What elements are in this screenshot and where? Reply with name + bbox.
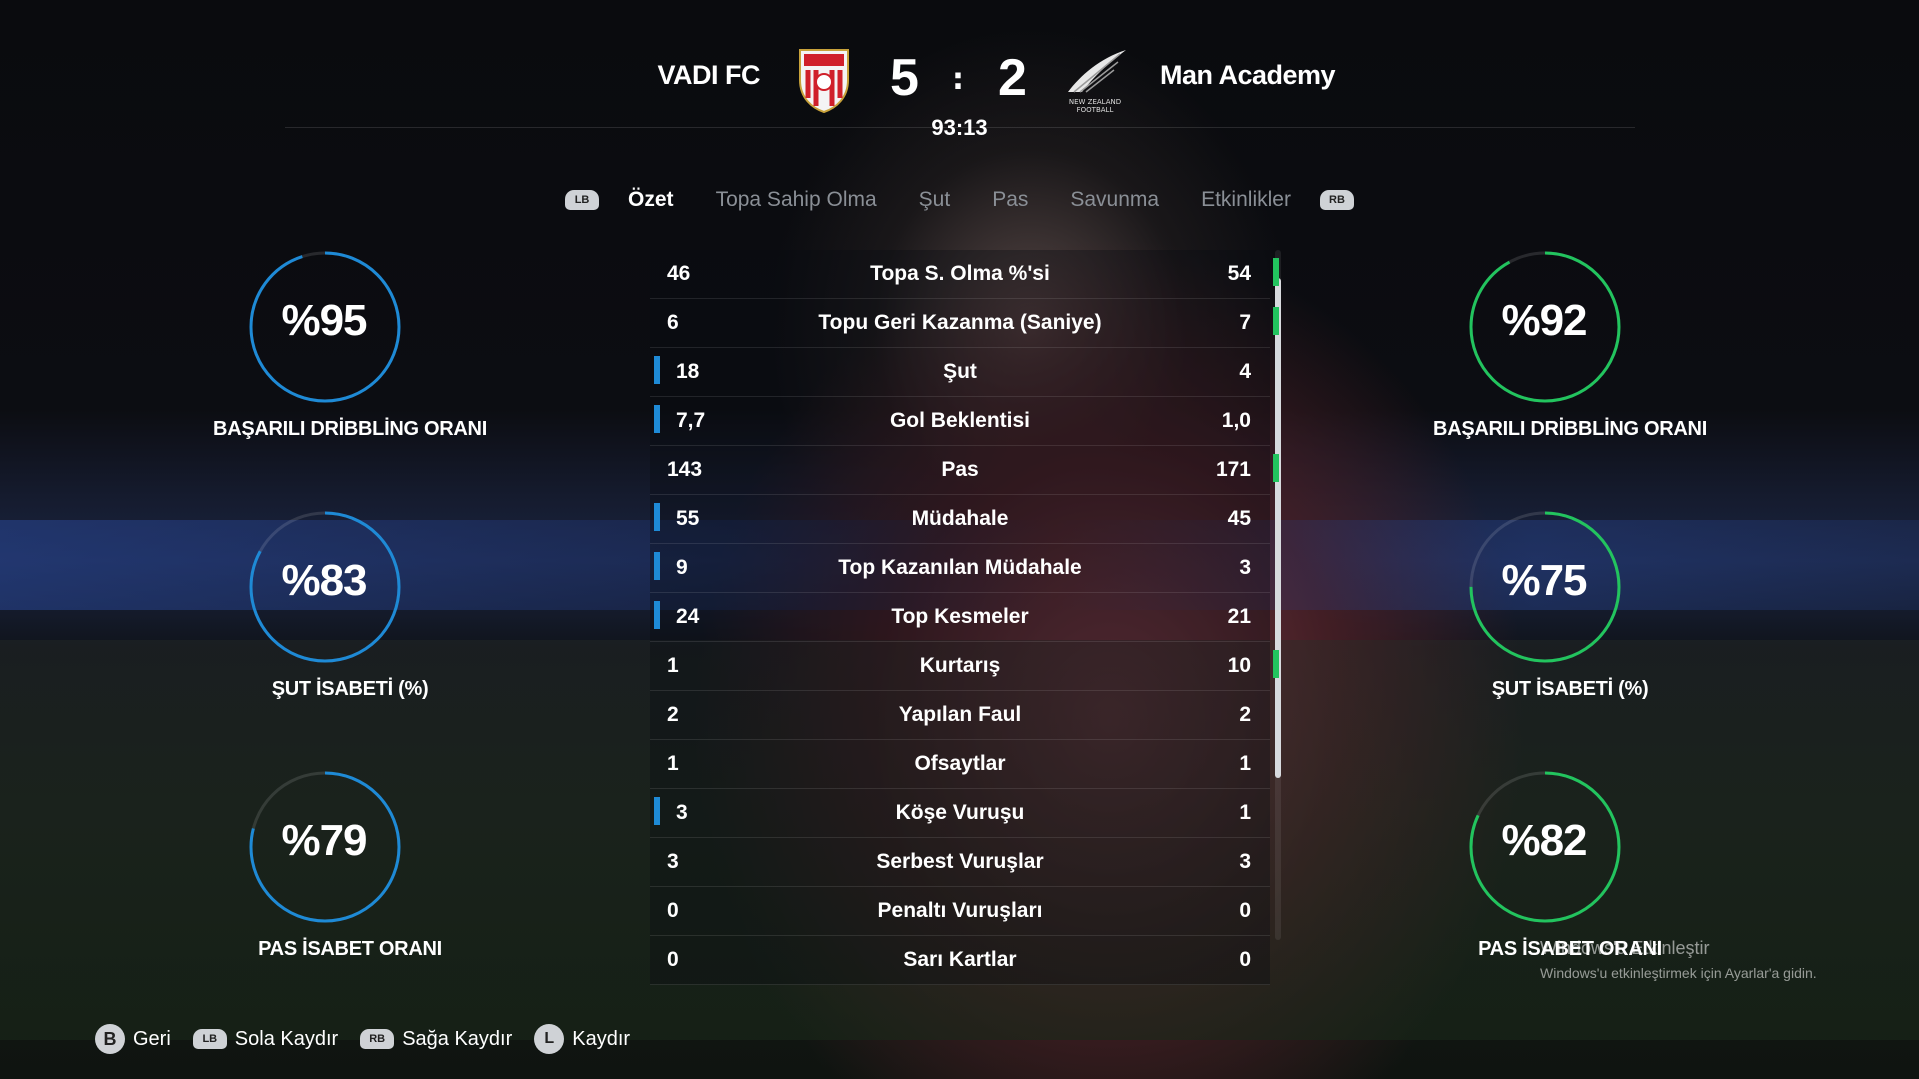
stat-row: 2 Yapılan Faul 2 bbox=[650, 691, 1270, 740]
windows-activation-watermark: Windows'u Etkinleştir Windows'u etkinleş… bbox=[1540, 938, 1817, 981]
away-ring-value: %92 bbox=[1501, 296, 1587, 345]
button-hints: B Geri LB Sola Kaydır RB Sağa Kaydır L K… bbox=[95, 1022, 652, 1056]
stat-away-value: 7 bbox=[1239, 311, 1251, 334]
away-crest-text: NEW ZEALAND bbox=[1069, 98, 1121, 106]
stat-label: Serbest Vuruşlar bbox=[876, 850, 1044, 873]
tab-pas[interactable]: Pas bbox=[992, 188, 1028, 212]
stat-away-value: 3 bbox=[1239, 850, 1251, 873]
stat-label: Top Kesmeler bbox=[891, 605, 1029, 628]
rb-bumper-icon[interactable]: RB bbox=[1319, 190, 1354, 210]
watermark-title: Windows'u Etkinleştir bbox=[1540, 938, 1710, 958]
home-ring-value: %95 bbox=[281, 296, 367, 345]
away-ring-value: %75 bbox=[1501, 556, 1587, 605]
rb-bumper-icon: RB bbox=[360, 1029, 395, 1049]
stat-away-value: 1 bbox=[1239, 752, 1251, 775]
stat-label: Kurtarış bbox=[919, 654, 1001, 677]
home-team-name: VADI FC bbox=[657, 60, 761, 90]
watermark-subtitle: Windows'u etkinleştirmek için Ayarlar'a … bbox=[1540, 965, 1817, 981]
stat-away-value: 45 bbox=[1227, 507, 1251, 530]
stat-row: 1 Kurtarış 10 bbox=[650, 642, 1279, 691]
stat-label: Gol Beklentisi bbox=[889, 409, 1031, 432]
home-ring-value: %83 bbox=[281, 556, 367, 605]
lb-bumper-icon[interactable]: LB bbox=[565, 190, 600, 210]
home-crest-icon bbox=[799, 49, 849, 114]
scroll-left-label: Sola Kaydır bbox=[234, 1027, 339, 1050]
stat-row: 9 Top Kazanılan Müdahale 3 bbox=[650, 544, 1270, 593]
stat-row: 0 Sarı Kartlar 0 bbox=[650, 936, 1270, 985]
scroll-left-hint[interactable]: LB Sola Kaydır bbox=[192, 1027, 339, 1051]
away-leader-bar bbox=[1273, 307, 1279, 335]
stat-label: Topu Geri Kazanma (Saniye) bbox=[818, 311, 1102, 334]
away-ring-value: %82 bbox=[1501, 816, 1587, 865]
stat-row: 55 Müdahale 45 bbox=[650, 495, 1270, 544]
lb-bumper-icon: LB bbox=[192, 1029, 227, 1049]
match-header: VADI FC 5 : 2 NEW ZEALAND FOOTBALL Man A… bbox=[0, 40, 1919, 140]
stat-row: 6 Topu Geri Kazanma (Saniye) 7 bbox=[650, 299, 1279, 348]
match-clock: 93:13 bbox=[931, 115, 988, 140]
stat-label: Ofsaytlar bbox=[914, 752, 1006, 775]
stat-label: Pas bbox=[941, 458, 979, 481]
stat-row: 0 Penaltı Vuruşları 0 bbox=[650, 887, 1270, 936]
scroll-hint[interactable]: L Kaydır bbox=[534, 1024, 630, 1054]
stat-label: Topa S. Olma %'si bbox=[870, 262, 1050, 285]
stat-away-value: 54 bbox=[1227, 262, 1251, 285]
home-ring-label: BAŞARILI DRİBBLİNG ORANI bbox=[213, 418, 487, 440]
stat-row: 46 Topa S. Olma %'si 54 bbox=[650, 250, 1279, 299]
away-leader-bar bbox=[1273, 454, 1279, 482]
header-divider bbox=[285, 127, 1635, 128]
stat-away-value: 10 bbox=[1227, 654, 1251, 677]
stat-row: 24 Top Kesmeler 21 bbox=[650, 593, 1270, 642]
away-leader-bar bbox=[1273, 650, 1279, 678]
stat-away-value: 3 bbox=[1239, 556, 1251, 579]
tab-savunma[interactable]: Savunma bbox=[1070, 188, 1159, 212]
away-ring-label: ŞUT İSABETİ (%) bbox=[1491, 678, 1649, 700]
stat-away-value: 1 bbox=[1239, 801, 1251, 824]
back-hint-label: Geri bbox=[133, 1027, 171, 1050]
stat-label: Köşe Vuruşu bbox=[895, 801, 1025, 824]
tab-topa-sahip-olma[interactable]: Topa Sahip Olma bbox=[716, 188, 877, 212]
stat-away-value: 21 bbox=[1227, 605, 1251, 628]
home-ring-value: %79 bbox=[281, 816, 367, 865]
away-crest-icon: NEW ZEALAND FOOTBALL bbox=[1068, 50, 1126, 114]
away-leader-bar bbox=[1273, 258, 1279, 286]
stats-table: 46 Topa S. Olma %'si 54 6 Topu Geri Kazanma … bbox=[650, 250, 1279, 985]
scroll-hint-label: Kaydır bbox=[572, 1027, 631, 1050]
stat-away-value: 171 bbox=[1215, 458, 1251, 481]
stat-row: 7,7 Gol Beklentisi 1,0 bbox=[650, 397, 1270, 446]
stat-row: 143 Pas 171 bbox=[650, 446, 1279, 495]
home-ring-label: ŞUT İSABETİ (%) bbox=[271, 678, 429, 700]
stat-away-value: 2 bbox=[1239, 703, 1251, 726]
stat-label: Müdahale bbox=[911, 507, 1009, 530]
home-ring-label: PAS İSABET ORANI bbox=[258, 938, 442, 960]
scroll-right-label: Sağa Kaydır bbox=[402, 1027, 513, 1050]
stat-row: 3 Serbest Vuruşlar 3 bbox=[650, 838, 1270, 887]
away-score: 2 bbox=[998, 49, 1027, 107]
stat-row: 3 Köşe Vuruşu 1 bbox=[650, 789, 1270, 838]
scroll-right-hint[interactable]: RB Sağa Kaydır bbox=[360, 1028, 512, 1051]
tab-sut[interactable]: Şut bbox=[919, 188, 951, 212]
stat-away-value: 0 bbox=[1239, 899, 1251, 922]
tab-etkinlikler[interactable]: Etkinlikler bbox=[1201, 188, 1291, 212]
stat-label: Sarı Kartlar bbox=[903, 948, 1017, 971]
tab-ozet[interactable]: Özet bbox=[628, 188, 674, 212]
stat-away-value: 4 bbox=[1239, 360, 1251, 383]
stats-tab-bar: LB Özet Topa Sahip Olma Şut Pas Savunma … bbox=[0, 182, 1919, 218]
stats-scrollbar-thumb[interactable] bbox=[1275, 278, 1281, 778]
away-team-name: Man Academy bbox=[1160, 60, 1336, 90]
stat-row: 1 Ofsaytlar 1 bbox=[650, 740, 1270, 789]
home-score: 5 bbox=[890, 49, 919, 107]
away-ring-label: BAŞARILI DRİBBLİNG ORANI bbox=[1433, 418, 1707, 440]
left-stick-icon: L bbox=[534, 1024, 565, 1054]
stat-row: 18 Şut 4 bbox=[650, 348, 1270, 397]
score-separator: : bbox=[952, 62, 964, 97]
stat-label: Penaltı Vuruşları bbox=[877, 899, 1043, 922]
stat-away-value: 1,0 bbox=[1221, 409, 1251, 432]
stat-label: Yapılan Faul bbox=[898, 703, 1022, 726]
stat-label: Şut bbox=[943, 360, 977, 383]
stat-away-value: 0 bbox=[1239, 948, 1251, 971]
svg-text:FOOTBALL: FOOTBALL bbox=[1077, 106, 1114, 114]
b-button-icon: B bbox=[95, 1024, 125, 1054]
stat-label: Top Kazanılan Müdahale bbox=[838, 556, 1082, 579]
back-hint[interactable]: B Geri bbox=[95, 1024, 171, 1054]
